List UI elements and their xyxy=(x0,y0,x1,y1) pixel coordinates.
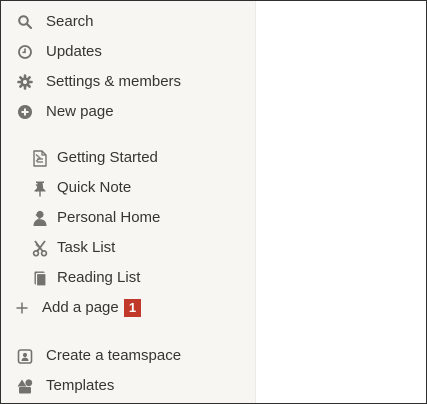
new-page-label: New page xyxy=(46,103,114,120)
settings-label: Settings & members xyxy=(46,73,182,90)
person-icon xyxy=(31,209,49,227)
page-item-quick-note[interactable]: Quick Note xyxy=(1,175,255,201)
templates-icon xyxy=(16,377,34,395)
scissors-icon xyxy=(31,239,49,257)
books-icon xyxy=(31,269,49,287)
updates-label: Updates xyxy=(46,43,102,60)
new-page-item[interactable]: New page xyxy=(1,99,255,125)
page-label: Reading List xyxy=(57,269,141,286)
page-label: Personal Home xyxy=(57,209,161,226)
main-content-area xyxy=(256,1,426,403)
page-item-task-list[interactable]: Task List xyxy=(1,235,255,261)
sidebar: Search Updates Settings & members New pa… xyxy=(1,1,256,403)
settings-item[interactable]: Settings & members xyxy=(1,69,255,95)
updates-item[interactable]: Updates xyxy=(1,39,255,65)
clock-icon xyxy=(16,43,34,61)
document-icon xyxy=(31,149,49,167)
page-item-getting-started[interactable]: Getting Started xyxy=(1,145,255,171)
plus-icon xyxy=(13,299,31,317)
plus-circle-icon xyxy=(16,103,34,121)
search-icon xyxy=(16,13,34,31)
pin-icon xyxy=(31,179,49,197)
page-item-reading-list[interactable]: Reading List xyxy=(1,265,255,291)
app-window: Search Updates Settings & members New pa… xyxy=(0,0,427,404)
search-label: Search xyxy=(46,13,94,30)
templates-item[interactable]: Templates xyxy=(1,373,255,399)
page-label: Getting Started xyxy=(57,149,158,166)
add-page-item[interactable]: Add a page 1 xyxy=(1,295,255,321)
create-teamspace-item[interactable]: Create a teamspace xyxy=(1,343,255,369)
add-page-label: Add a page xyxy=(42,299,119,316)
page-item-personal-home[interactable]: Personal Home xyxy=(1,205,255,231)
callout-number-badge: 1 xyxy=(124,299,141,317)
create-teamspace-label: Create a teamspace xyxy=(46,347,182,364)
templates-label: Templates xyxy=(46,377,115,394)
page-label: Task List xyxy=(57,239,116,256)
search-item[interactable]: Search xyxy=(1,9,255,35)
teamspace-icon xyxy=(16,347,34,365)
gear-icon xyxy=(16,73,34,91)
page-label: Quick Note xyxy=(57,179,132,196)
